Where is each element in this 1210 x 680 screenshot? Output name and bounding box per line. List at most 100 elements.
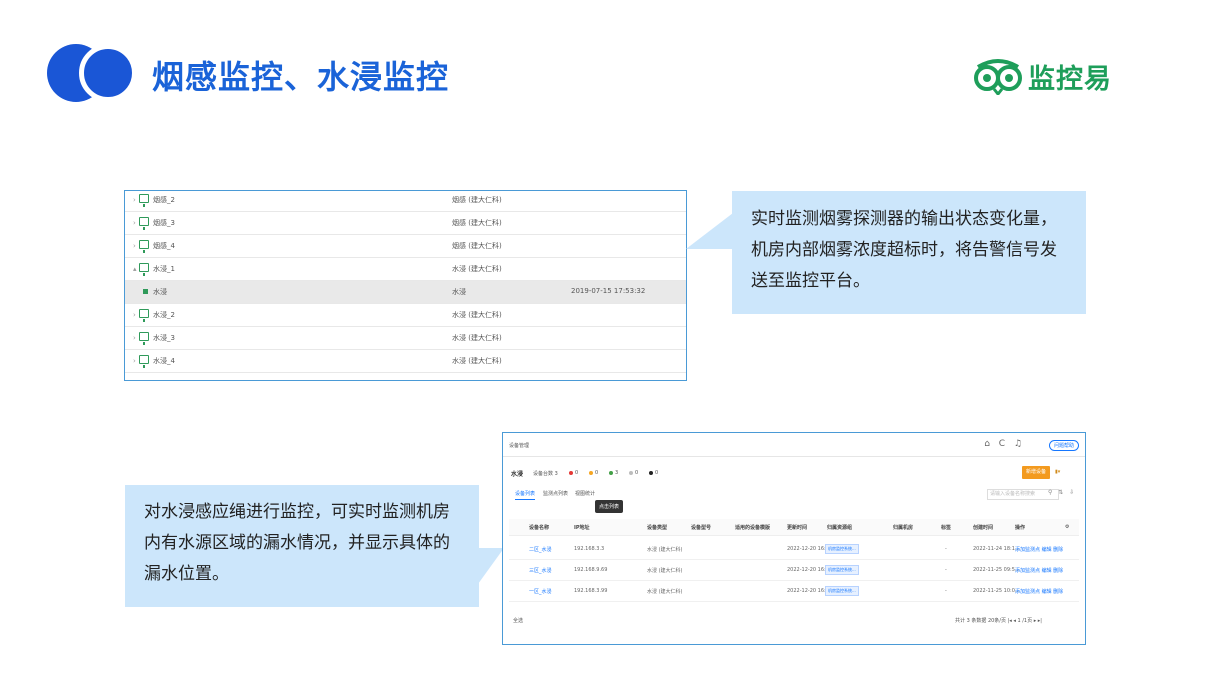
group-tag: 机房监控系统...	[825, 544, 859, 554]
column-header: 操作	[1015, 525, 1026, 531]
device-name-link[interactable]: 一区_水浸	[529, 588, 552, 595]
water-device-screenshot: 设备管理 ⌂ C ♫ 问题帮助 水浸 设备台数 3 0 0 3 0 0 新增设备…	[502, 432, 1086, 645]
chevron-right-icon[interactable]: ›	[133, 311, 136, 319]
tree-row[interactable]: › 烟感_2 烟感 (建大仁科)	[125, 191, 686, 212]
device-type: 水浸 (建大仁科)	[452, 334, 502, 342]
device-name: 烟感_4	[153, 242, 175, 250]
callout-pointer	[686, 213, 733, 249]
chevron-right-icon[interactable]: ›	[133, 357, 136, 365]
device-type: 水浸	[452, 288, 466, 296]
tree-row[interactable]: ▴ 水浸_1 水浸 (建大仁科)	[125, 258, 686, 281]
tree-row[interactable]: › 水浸_4 水浸 (建大仁科)	[125, 350, 686, 373]
device-name: 水浸_3	[153, 334, 175, 342]
column-header[interactable]: 创建时间	[973, 524, 993, 531]
chevron-right-icon[interactable]: ›	[133, 196, 136, 204]
type-cell: 水浸 (建大仁科)	[647, 589, 683, 595]
device-type: 烟感 (建大仁科)	[452, 219, 502, 227]
tree-row[interactable]: › 水浸_3 水浸 (建大仁科)	[125, 327, 686, 350]
column-header[interactable]: 归属资源组	[827, 524, 852, 531]
device-name: 烟感_2	[153, 196, 175, 204]
settings-icon[interactable]: ⚙	[1065, 524, 1069, 530]
device-name-link[interactable]: 二区_水浸	[529, 546, 552, 553]
device-type: 水浸 (建大仁科)	[452, 311, 502, 319]
chevron-right-icon[interactable]: ›	[133, 242, 136, 250]
monitor-icon	[139, 263, 149, 276]
toolbar-icons[interactable]: ⌂ C ♫	[984, 439, 1025, 449]
created-cell: 2022-11-24 18:1...	[973, 546, 1020, 552]
monitor-icon	[139, 309, 149, 322]
column-header[interactable]: 适用的设备模版	[735, 524, 770, 531]
chevron-right-icon[interactable]: ›	[133, 334, 136, 342]
panel-topbar: 设备管理 ⌂ C ♫ 问题帮助	[503, 433, 1085, 457]
breadcrumb[interactable]: 设备管理	[509, 442, 529, 449]
monitor-icon	[139, 217, 149, 230]
row-actions[interactable]: 添加监测点 编辑 删除	[1015, 567, 1063, 574]
table-tools-icons[interactable]: ⚲ ⇅ ⇩	[1048, 489, 1076, 496]
tag-cell: -	[945, 567, 947, 573]
monitor-icon	[139, 240, 149, 253]
column-header[interactable]: IP地址	[574, 524, 590, 531]
ip-cell: 192.168.3.3	[574, 546, 605, 552]
status-dot-icon	[649, 470, 653, 475]
tag-cell: -	[945, 588, 947, 594]
status-dot-icon	[629, 470, 633, 475]
status-count: 0	[629, 470, 638, 476]
page-title: 烟感监控、水浸监控	[152, 58, 450, 96]
device-name: 水浸_1	[153, 265, 175, 273]
device-type: 烟感 (建大仁科)	[452, 242, 502, 250]
title-logo-circles	[47, 44, 139, 102]
device-name: 水浸_4	[153, 357, 175, 365]
monitor-icon	[139, 332, 149, 345]
status-dot-icon	[569, 470, 573, 475]
pagination[interactable]: 共计 3 条数据 20条/页 |◂ ◂ 1 /1页 ▸ ▸|	[955, 617, 1042, 624]
tab-view-stats[interactable]: 视图统计	[575, 490, 595, 497]
tab-monitor-point-list[interactable]: 监测点列表	[543, 490, 568, 497]
smoke-tree-screenshot: › 烟感_2 烟感 (建大仁科) › 烟感_3 烟感 (建大仁科) › 烟感_4…	[124, 190, 687, 381]
status-dot-icon	[589, 470, 593, 475]
column-header[interactable]: 设备类型	[647, 524, 667, 531]
status-count: 0	[649, 470, 658, 476]
add-device-button[interactable]: 新增设备	[1022, 466, 1050, 479]
column-header[interactable]: 更新时间	[787, 524, 807, 531]
type-cell: 水浸 (建大仁科)	[647, 547, 683, 553]
device-name: 水浸	[153, 288, 167, 296]
table-row[interactable]: 三区_水浸 192.168.9.69 水浸 (建大仁科) 2022-12-20 …	[509, 560, 1079, 581]
smoke-description-callout: 实时监测烟雾探测器的输出状态变化量，机房内部烟雾浓度超标时，将告警信号发送至监控…	[732, 191, 1086, 314]
type-cell: 水浸 (建大仁科)	[647, 568, 683, 574]
row-actions[interactable]: 添加监测点 编辑 删除	[1015, 588, 1063, 595]
group-tag: 机房监控系统...	[825, 586, 859, 596]
device-name: 水浸_2	[153, 311, 175, 319]
water-description-callout: 对水浸感应绳进行监控，可实时监测机房内有水源区域的漏水情况，并显示具体的漏水位置…	[125, 485, 479, 607]
monitor-icon	[139, 194, 149, 207]
chevron-down-icon[interactable]: ▴	[133, 265, 137, 273]
tree-row[interactable]: › 水浸_2 水浸 (建大仁科)	[125, 304, 686, 327]
ip-cell: 192.168.3.99	[574, 588, 608, 594]
device-name-link[interactable]: 三区_水浸	[529, 567, 552, 574]
status-count: 0	[589, 470, 598, 476]
tree-row[interactable]: › 烟感_3 烟感 (建大仁科)	[125, 212, 686, 235]
group-tag: 机房监控系统...	[825, 565, 859, 575]
column-header[interactable]: 标签	[941, 524, 951, 531]
tab-device-list[interactable]: 设备列表	[515, 490, 536, 500]
tree-row-selected[interactable]: 水浸 水浸 2019-07-15 17:53:32	[125, 281, 686, 304]
row-actions[interactable]: 添加监测点 编辑 删除	[1015, 546, 1063, 553]
table-row[interactable]: 一区_水浸 192.168.3.99 水浸 (建大仁科) 2022-12-20 …	[509, 581, 1079, 602]
device-type: 烟感 (建大仁科)	[452, 196, 502, 204]
table-row[interactable]: 二区_水浸 192.168.3.3 水浸 (建大仁科) 2022-12-20 1…	[509, 539, 1079, 560]
status-count: 0	[569, 470, 578, 476]
tooltip: 点击列表	[595, 500, 624, 513]
device-type: 水浸 (建大仁科)	[452, 265, 502, 273]
column-header[interactable]: 归属机房	[893, 524, 913, 531]
column-header[interactable]: 设备名称	[529, 524, 549, 531]
view-switch-icon[interactable]: ▮▾	[1055, 469, 1060, 475]
chevron-right-icon[interactable]: ›	[133, 219, 136, 227]
help-button[interactable]: 问题帮助	[1048, 440, 1079, 451]
device-count: 设备台数 3	[533, 471, 558, 477]
select-all-checkbox[interactable]: 全选	[513, 617, 523, 624]
tree-row[interactable]: › 烟感_4 烟感 (建大仁科)	[125, 235, 686, 258]
ip-cell: 192.168.9.69	[574, 567, 608, 573]
circle-shape	[79, 44, 137, 102]
brand-logo: 监控易	[972, 54, 1112, 98]
column-header[interactable]: 设备型号	[691, 524, 711, 531]
device-name: 烟感_3	[153, 219, 175, 227]
